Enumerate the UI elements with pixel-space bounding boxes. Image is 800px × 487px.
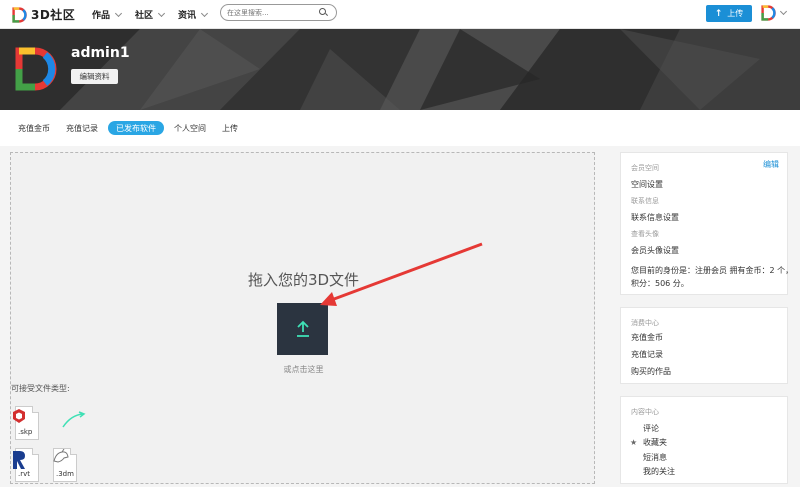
polygon-background [0, 29, 800, 110]
tab-recharge-records[interactable]: 充值记录 [66, 121, 98, 135]
user-avatar-icon [761, 5, 776, 21]
nav-news-label: 资讯 [178, 11, 197, 21]
drop-zone-subtitle[interactable]: 或点击这里 [11, 364, 596, 375]
search-icon[interactable] [319, 8, 328, 17]
my-follows-link[interactable]: 我的关注 [643, 466, 675, 477]
nav-news[interactable]: 资讯 [178, 8, 209, 21]
space-settings-link[interactable]: 空间设置 [631, 179, 663, 190]
nav-community[interactable]: 社区 [135, 8, 166, 21]
avatar-settings-link[interactable]: 会员头像设置 [631, 245, 679, 256]
chevron-down-icon [157, 9, 166, 17]
edit-link[interactable]: 编辑 [763, 159, 779, 170]
consume-center-card: 消费中心 充值金币 充值记录 购买的作品 [620, 307, 788, 384]
logo-text: 3D社区 [31, 8, 76, 22]
profile-avatar [15, 47, 57, 91]
username: admin1 [71, 45, 130, 61]
content-center-heading: 内容中心 [631, 408, 659, 416]
member-space-heading: 会员空间 [631, 164, 659, 172]
contact-heading: 联系信息 [631, 197, 659, 205]
tab-upload[interactable]: 上传 [222, 121, 238, 135]
content-center-card: 内容中心 评论 ★ 收藏夹 短消息 我的关注 [620, 396, 788, 484]
decorative-arrow-icon [62, 411, 86, 428]
messages-link[interactable]: 短消息 [643, 452, 667, 463]
member-status-line-2: 积分：506 分。 [631, 279, 689, 288]
main-nav: 作品 社区 资讯 [92, 0, 221, 29]
choose-file-button[interactable] [277, 303, 328, 355]
contact-settings-link[interactable]: 联系信息设置 [631, 212, 679, 223]
upload-button-label: 上传 [727, 9, 744, 18]
filetype-ext: .3dm [56, 470, 74, 478]
filetype-3dm: .3dm [49, 448, 77, 482]
purchased-works-link[interactable]: 购买的作品 [631, 366, 671, 377]
profile-banner: admin1 编辑资料 [0, 29, 800, 110]
upload-button[interactable]: ↑ 上传 [706, 5, 752, 22]
chevron-down-icon [114, 9, 123, 17]
nav-works-label: 作品 [92, 11, 111, 21]
member-status-line-1: 您目前的身份是：注册会员 拥有金币：2 个， [631, 266, 794, 275]
top-navigation-bar: 3D社区 作品 社区 资讯 ↑ 上传 [0, 0, 800, 29]
filetype-ext: .rvt [18, 470, 30, 478]
site-logo[interactable]: 3D社区 [12, 6, 75, 23]
accepted-types-label: 可接受文件类型: [11, 384, 70, 393]
nav-community-label: 社区 [135, 11, 154, 21]
filetype-rvt: .rvt [11, 448, 39, 482]
member-card: 编辑 会员空间 空间设置 联系信息 联系信息设置 查看头像 会员头像设置 您目前… [620, 152, 794, 295]
sketchup-icon [13, 409, 25, 423]
tab-published-software[interactable]: 已发布软件 [108, 121, 164, 135]
upload-arrow-icon: ↑ [714, 8, 723, 19]
search-box [220, 4, 337, 21]
comments-link[interactable]: 评论 [643, 423, 659, 434]
nav-works[interactable]: 作品 [92, 8, 123, 21]
chevron-down-icon [201, 9, 209, 17]
consume-center-heading: 消费中心 [631, 319, 659, 327]
search-input[interactable] [227, 8, 319, 17]
user-menu[interactable] [761, 5, 788, 21]
consume-recharge-records-link[interactable]: 充值记录 [631, 349, 663, 360]
upload-icon [296, 320, 309, 337]
tab-personal-space[interactable]: 个人空间 [174, 121, 206, 135]
favorites-link[interactable]: 收藏夹 [643, 437, 667, 448]
star-icon: ★ [630, 438, 638, 447]
filetype-ext: .skp [18, 428, 33, 436]
consume-recharge-coins-link[interactable]: 充值金币 [631, 332, 663, 343]
rhino-icon [53, 449, 69, 463]
tab-recharge-coins[interactable]: 充值金币 [18, 121, 50, 135]
filetype-skp: .skp [11, 406, 39, 440]
avatar-heading: 查看头像 [631, 230, 659, 238]
chevron-down-icon [779, 7, 788, 16]
favorites-row[interactable]: ★ 收藏夹 [630, 437, 667, 448]
logo-d-icon [12, 6, 27, 23]
profile-tabs: 充值金币 充值记录 已发布软件 个人空间 上传 [0, 110, 800, 146]
edit-profile-button[interactable]: 编辑资料 [71, 69, 118, 84]
revit-icon [13, 451, 25, 469]
file-drop-zone[interactable]: 拖入您的3D文件 或点击这里 可接受文件类型: .skp .rvt .3dm [10, 152, 595, 484]
drop-zone-title: 拖入您的3D文件 [247, 271, 360, 289]
